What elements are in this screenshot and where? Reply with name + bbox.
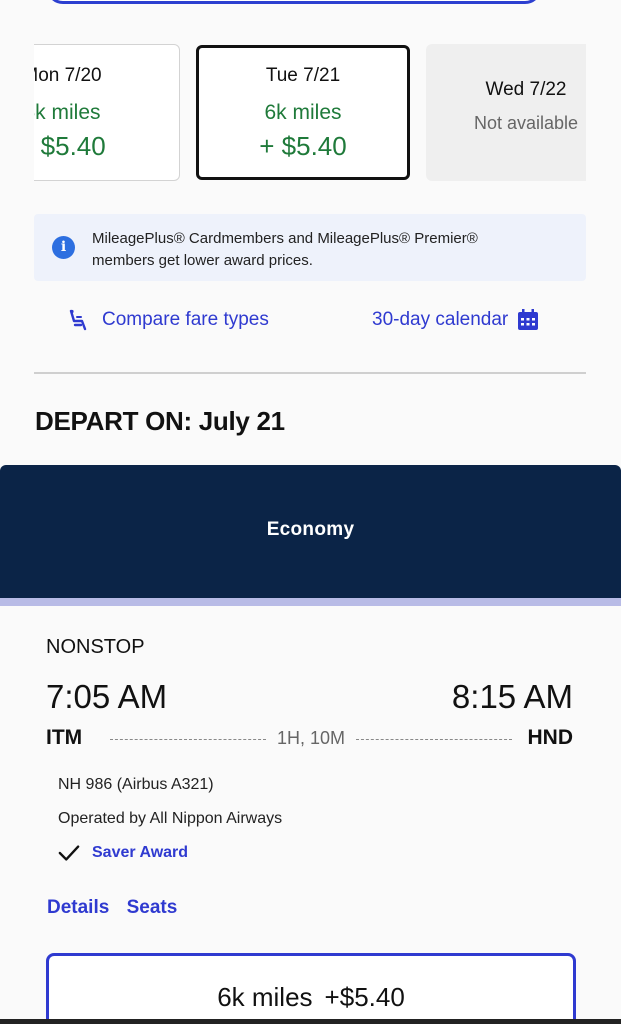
date-card-miles: 6k miles — [34, 101, 101, 124]
compare-fare-types-label: Compare fare types — [102, 309, 269, 330]
details-link[interactable]: Details — [47, 897, 109, 918]
info-banner-text: MileagePlus® Cardmembers and MileagePlus… — [92, 228, 562, 272]
seats-link[interactable]: Seats — [127, 897, 178, 918]
compare-fare-types-link[interactable]: Compare fare types — [66, 308, 269, 332]
fare-type: Saver Award — [58, 842, 188, 864]
flight-number: NH 986 (Airbus A321) — [58, 776, 214, 793]
depart-time: 7:05 AM — [46, 678, 168, 715]
origin-airport: ITM — [46, 726, 83, 749]
flight-duration: 1H, 10M — [276, 728, 346, 748]
flight-links: Details Seats — [47, 897, 189, 919]
cabin-selected-band — [0, 598, 621, 606]
info-line-2: members get lower award prices. — [92, 252, 313, 269]
30-day-calendar-link[interactable]: 30-day calendar — [372, 308, 540, 332]
date-card-next[interactable]: Wed 7/22 Not available — [426, 44, 586, 181]
seat-icon — [69, 309, 87, 331]
date-card-selected[interactable]: Tue 7/21 6k miles + $5.40 — [196, 45, 410, 180]
date-strip: Mon 7/20 6k miles + $5.40 Tue 7/21 6k mi… — [34, 44, 586, 181]
date-card-price: + $5.40 — [259, 131, 347, 161]
fare-links: Compare fare types 30-day calendar — [0, 308, 621, 340]
fare-type-label: Saver Award — [92, 844, 189, 861]
date-card-miles: 6k miles — [264, 101, 342, 124]
route-line-right — [356, 739, 512, 740]
bottom-bar — [0, 1019, 621, 1024]
date-card-price: + $5.40 — [34, 131, 106, 161]
info-line-1: MileagePlus® Cardmembers and MileagePlus… — [92, 230, 478, 247]
date-card-prev[interactable]: Mon 7/20 6k miles + $5.40 — [34, 44, 180, 181]
date-card-date: Mon 7/20 — [34, 65, 102, 86]
fare-price-cash: +$5.40 — [324, 982, 405, 1012]
fare-price: 6k miles +$5.40 — [49, 982, 573, 1013]
info-icon: i — [52, 236, 75, 259]
flight-card: NONSTOP 7:05 AM 8:15 AM ITM 1H, 10M HND … — [0, 606, 621, 1024]
date-card-date: Wed 7/22 — [485, 79, 567, 100]
operated-by: Operated by All Nippon Airways — [58, 810, 283, 827]
info-banner: i MileagePlus® Cardmembers and MileagePl… — [34, 214, 586, 281]
cabin-header[interactable]: Economy — [0, 465, 621, 598]
top-search-button[interactable] — [46, 0, 542, 4]
select-fare-button[interactable]: 6k miles +$5.40 — [46, 953, 576, 1024]
cabin-label: Economy — [266, 519, 355, 540]
route-line-left — [110, 739, 266, 740]
calendar-label: 30-day calendar — [372, 309, 509, 330]
arrive-time: 8:15 AM — [451, 678, 573, 715]
check-icon — [58, 845, 80, 861]
fare-price-miles: 6k miles — [217, 982, 313, 1012]
date-card-status: Not available — [473, 113, 579, 133]
calendar-icon — [518, 309, 539, 330]
divider — [34, 372, 586, 374]
stops-label: NONSTOP — [46, 636, 145, 658]
date-card-date: Tue 7/21 — [265, 65, 341, 86]
depart-heading: DEPART ON: July 21 — [35, 406, 285, 436]
destination-airport: HND — [527, 726, 574, 749]
